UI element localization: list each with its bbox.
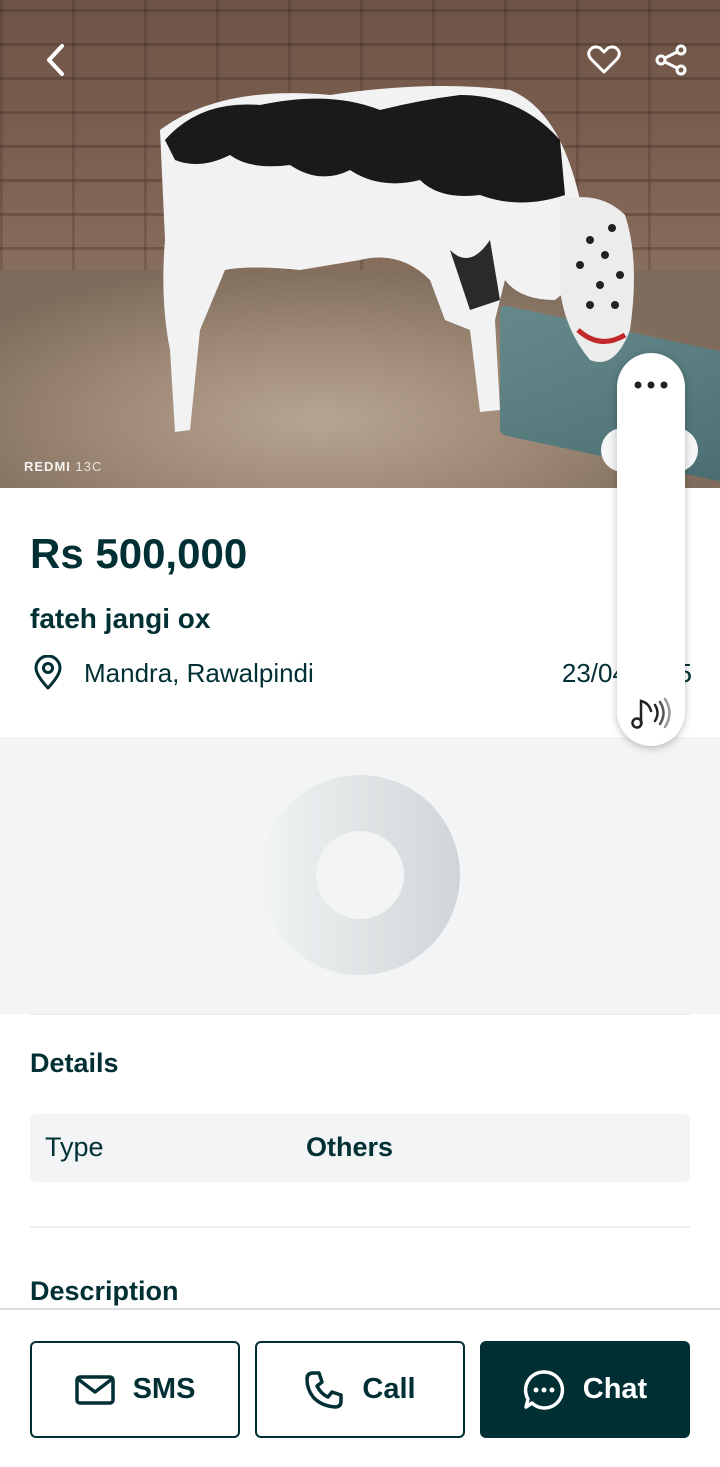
listing-price: Rs 500,000: [30, 530, 248, 577]
more-dots-icon: [634, 381, 668, 389]
sms-button[interactable]: SMS: [30, 1341, 240, 1438]
sound-icon: [631, 697, 671, 729]
loading-spinner: [260, 775, 460, 975]
mail-icon: [74, 1374, 115, 1405]
detail-row: Type Others: [30, 1114, 690, 1182]
sms-label: SMS: [132, 1373, 196, 1405]
share-icon: [655, 44, 687, 76]
floating-toolbar[interactable]: [617, 353, 685, 746]
listing-photo[interactable]: REDMI 13C: [0, 0, 720, 488]
detail-key: Type: [45, 1132, 104, 1162]
camera-watermark: REDMI 13C: [24, 459, 103, 474]
divider: [30, 1226, 690, 1228]
chat-button[interactable]: Chat: [480, 1341, 690, 1438]
chat-bubble-icon: [523, 1369, 564, 1410]
listing-title: fateh jangi ox: [30, 603, 211, 634]
detail-value: Others: [306, 1132, 394, 1162]
call-button[interactable]: Call: [255, 1341, 465, 1438]
call-label: Call: [362, 1373, 416, 1405]
divider: [30, 1013, 690, 1015]
more-button[interactable]: [627, 371, 675, 399]
description-heading: Description: [30, 1276, 179, 1306]
favorite-button[interactable]: [582, 38, 626, 82]
heart-icon: [587, 45, 621, 74]
details-heading: Details: [30, 1048, 119, 1078]
listing-location: Mandra, Rawalpindi: [30, 655, 314, 691]
phone-icon: [305, 1370, 344, 1409]
bottom-action-bar: SMS Call Chat: [0, 1308, 720, 1467]
chat-label: Chat: [582, 1373, 648, 1405]
location-pin-icon: [34, 655, 62, 690]
location-text: Mandra, Rawalpindi: [84, 657, 314, 688]
share-button[interactable]: [649, 38, 693, 82]
back-button[interactable]: [34, 38, 78, 82]
map-placeholder[interactable]: [0, 737, 720, 1014]
sound-button[interactable]: [627, 693, 675, 733]
chevron-left-icon: [47, 44, 64, 76]
